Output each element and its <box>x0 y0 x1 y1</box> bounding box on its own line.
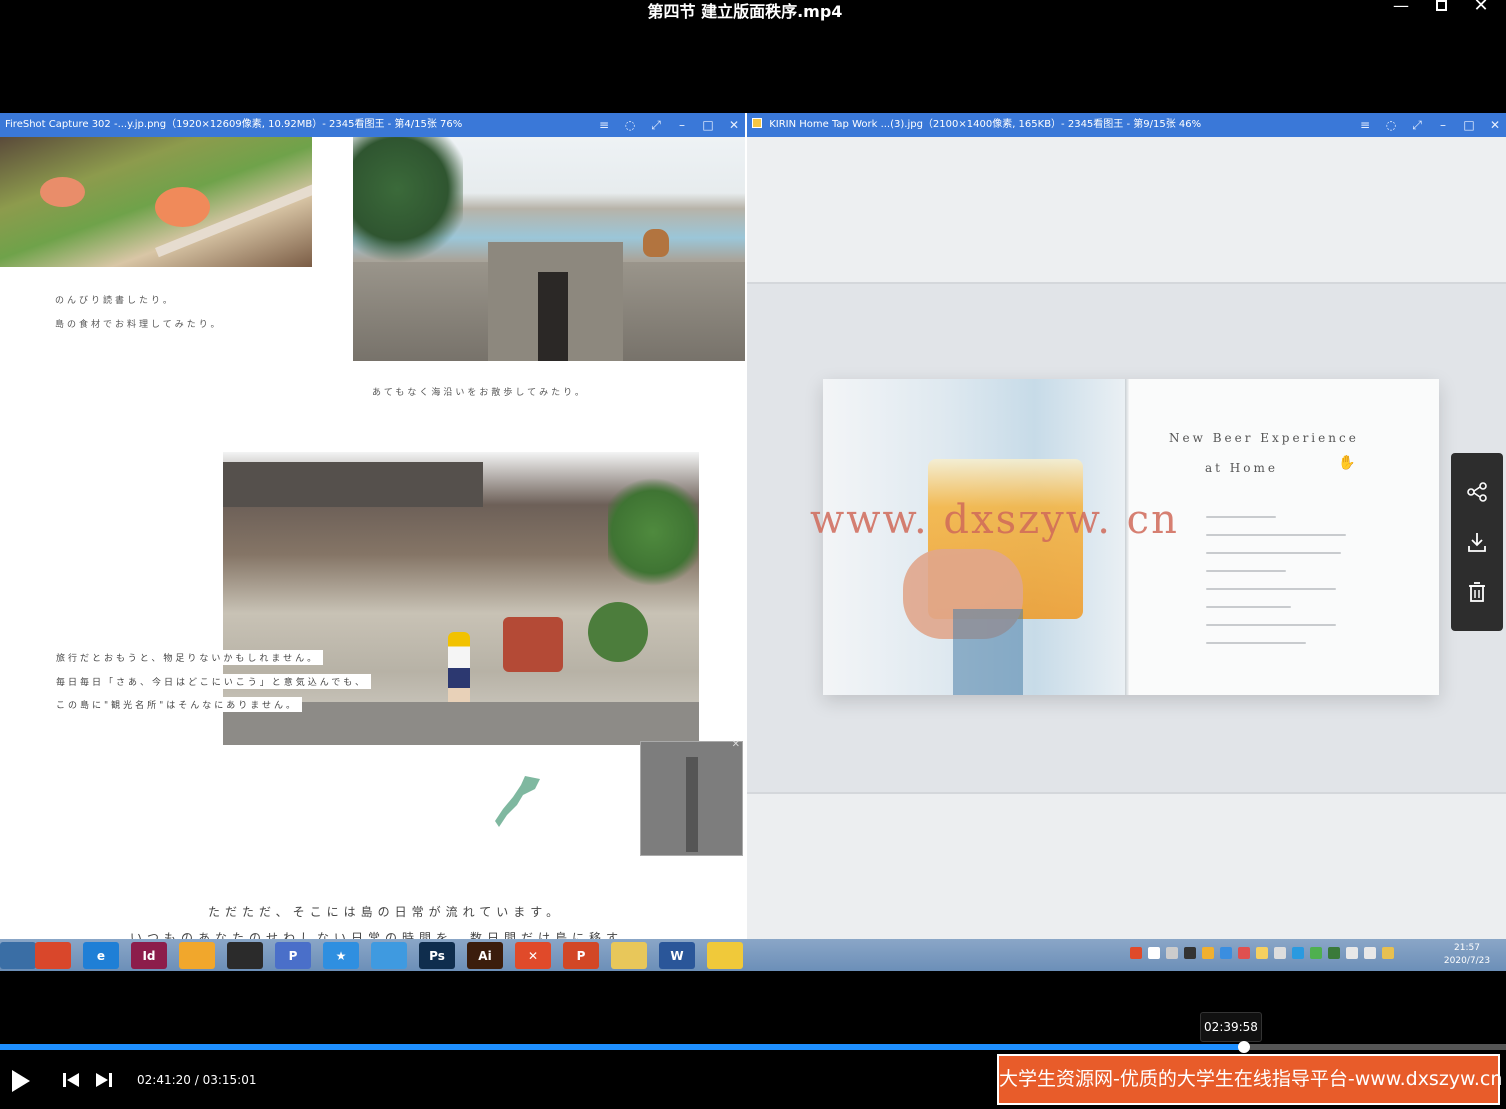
menu-icon[interactable]: ≡ <box>1358 113 1372 137</box>
taskbar-app-indesign[interactable]: Id <box>131 942 167 969</box>
progress-handle[interactable] <box>1237 1041 1250 1053</box>
left-image-viewer: FireShot Capture 302 -...y.jp.png（1920×1… <box>0 113 745 939</box>
delete-icon[interactable] <box>1451 567 1503 617</box>
progress-fill <box>0 1044 1244 1050</box>
maximize-icon[interactable] <box>1426 0 1456 18</box>
taskbar-app-browser[interactable]: e <box>83 942 119 969</box>
maximize-icon[interactable]: □ <box>1462 113 1476 137</box>
brochure-title: New Beer Experience <box>1169 431 1359 445</box>
image-file-icon <box>752 118 762 128</box>
total-time: 03:15:01 <box>202 1073 257 1087</box>
side-action-panel <box>1451 453 1503 631</box>
network-icon[interactable] <box>1346 947 1358 959</box>
skin-icon[interactable]: ◌ <box>1384 113 1398 137</box>
download-icon[interactable] <box>1451 517 1503 567</box>
taskbar-app-xmind[interactable]: ✕ <box>515 942 551 969</box>
system-tray <box>1130 947 1394 959</box>
skin-icon[interactable]: ◌ <box>623 113 637 137</box>
right-viewer-title: KIRIN Home Tap Work ...(3).jpg（2100×1400… <box>769 119 1202 130</box>
caption-travel-3: この島に"観光名所"はそんなにありません。 <box>52 697 303 712</box>
caption-move: いつものあなたのせわしない日常の時間を、数日間だけ島に移す <box>130 931 624 939</box>
taskbar-app-illustrator[interactable]: Ai <box>467 942 503 969</box>
tray-icon[interactable] <box>1256 947 1268 959</box>
caption-walk: あてもなく海沿いをお散歩してみたり。 <box>372 388 587 398</box>
tray-icon[interactable] <box>1184 947 1196 959</box>
fullscreen-icon[interactable]: ⤢ <box>1410 113 1424 137</box>
play-icon[interactable] <box>10 1068 32 1094</box>
taskbar-app-photoshop[interactable]: Ps <box>419 942 455 969</box>
clock-date: 2020/7/23 <box>1443 956 1491 966</box>
video-frame[interactable]: FireShot Capture 302 -...y.jp.png（1920×1… <box>0 113 1506 971</box>
watermark-text: www. dxszyw. cn <box>810 497 1179 543</box>
next-icon[interactable] <box>95 1072 113 1088</box>
volume-icon[interactable] <box>1364 947 1376 959</box>
minimize-icon[interactable]: – <box>675 113 689 137</box>
progress-bar[interactable] <box>0 1041 1506 1053</box>
taskbar-app-powerpoint[interactable]: P <box>563 942 599 969</box>
food-photo <box>0 137 312 267</box>
minimize-icon[interactable]: — <box>1386 0 1416 18</box>
right-viewer-titlebar: KIRIN Home Tap Work ...(3).jpg（2100×1400… <box>747 113 1506 137</box>
taskbar-app-store[interactable] <box>179 942 215 969</box>
ad-banner[interactable]: 大学生资源网-优质的大学生在线指导平台-www.dxszyw.cn <box>997 1054 1502 1105</box>
tray-icon[interactable] <box>1148 947 1160 959</box>
window-title: 第四节 建立版面秩序.mp4 <box>647 2 843 21</box>
brochure-body-text <box>1206 516 1356 660</box>
tray-icon[interactable] <box>1328 947 1340 959</box>
left-viewer-titlebar: FireShot Capture 302 -...y.jp.png（1920×1… <box>0 113 745 137</box>
seek-time-tooltip: 02:39:58 <box>1200 1012 1262 1042</box>
brochure-subtitle: at Home <box>1205 461 1278 475</box>
windows-taskbar: e Id P ★ Ps Ai ✕ P W 21:57 2020/7/23 <box>0 939 1506 971</box>
tray-icon[interactable] <box>1130 947 1142 959</box>
tray-icon[interactable] <box>1274 947 1286 959</box>
maximize-icon[interactable]: □ <box>701 113 715 137</box>
video-player: 第四节 建立版面秩序.mp4 — ✕ FireShot Capture 302 … <box>0 0 1506 1109</box>
taskbar-app-notes[interactable] <box>707 942 743 969</box>
tray-icon[interactable] <box>1166 947 1178 959</box>
menu-icon[interactable]: ≡ <box>597 113 611 137</box>
left-viewer-title: FireShot Capture 302 -...y.jp.png（1920×1… <box>5 119 463 130</box>
fullscreen-icon[interactable]: ⤢ <box>649 113 663 137</box>
navigator-thumbnail[interactable]: ✕ <box>640 739 743 856</box>
time-display: 02:41:20 / 03:15:01 <box>137 1073 257 1087</box>
hand-cursor-icon: ✋ <box>1338 455 1356 471</box>
caption-travel-2: 毎日毎日「さあ、今日はどこにいこう」と意気込んでも、 <box>52 674 372 689</box>
share-icon[interactable] <box>1451 467 1503 517</box>
taskbar-clock[interactable]: 21:57 2020/7/23 <box>1438 942 1496 968</box>
taskbar-app-chrome[interactable] <box>35 942 71 969</box>
close-icon[interactable]: ✕ <box>1466 0 1496 18</box>
taskbar-app-pinyin[interactable]: P <box>275 942 311 969</box>
tray-icon[interactable] <box>1238 947 1250 959</box>
previous-icon[interactable] <box>62 1072 80 1088</box>
caption-travel-1: 旅行だとおもうと、物足りないかもしれません。 <box>52 650 324 665</box>
taskbar-app-explorer[interactable] <box>611 942 647 969</box>
caption-daily: ただただ、そこには島の日常が流れています。 <box>208 905 564 919</box>
title-bar: 第四节 建立版面秩序.mp4 — ✕ <box>0 0 1506 28</box>
island-map <box>495 776 540 827</box>
tray-icon[interactable] <box>1202 947 1214 959</box>
tray-icon[interactable] <box>1382 947 1394 959</box>
caption-cooking: 島の食材でお料理してみたり。 <box>55 320 223 330</box>
close-icon[interactable]: ✕ <box>1488 113 1502 137</box>
close-icon[interactable]: ✕ <box>727 113 741 137</box>
taskbar-app-start[interactable] <box>0 942 36 969</box>
minimize-icon[interactable]: – <box>1436 113 1450 137</box>
caption-reading: のんびり読書したり。 <box>55 296 175 306</box>
taskbar-app-feiq[interactable] <box>371 942 407 969</box>
taskbar-app-obs[interactable] <box>227 942 263 969</box>
taskbar-app-star[interactable]: ★ <box>323 942 359 969</box>
tray-icon[interactable] <box>1292 947 1304 959</box>
current-time: 02:41:20 <box>137 1073 191 1087</box>
tray-icon[interactable] <box>1220 947 1232 959</box>
breakwater-photo <box>353 137 745 361</box>
taskbar-app-word[interactable]: W <box>659 942 695 969</box>
clock-time: 21:57 <box>1454 943 1480 953</box>
tray-icon[interactable] <box>1310 947 1322 959</box>
